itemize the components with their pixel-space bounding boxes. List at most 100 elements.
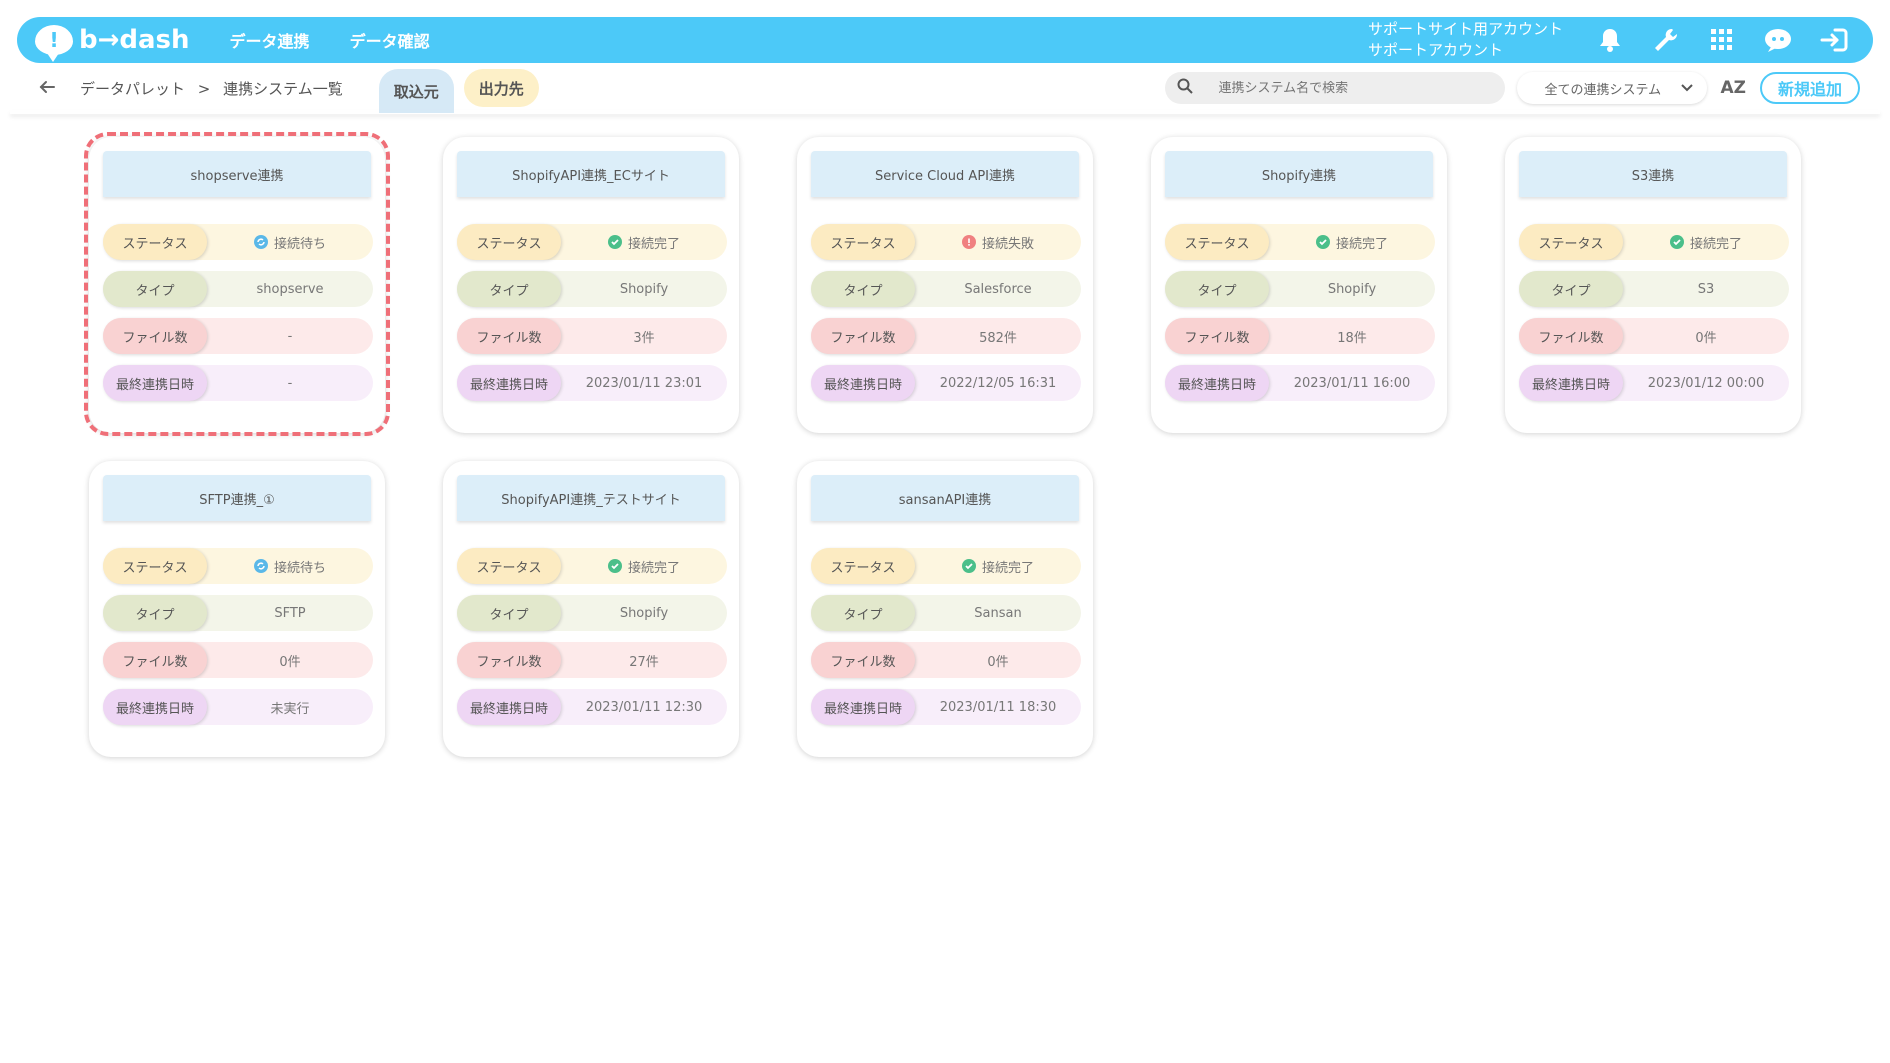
status-label: ステータス (811, 224, 915, 260)
file-count-label: ファイル数 (457, 318, 561, 354)
type-row: タイプ Shopify (1165, 271, 1435, 307)
last-sync-value: 未実行 (270, 701, 310, 717)
check-circle-icon (607, 559, 622, 573)
bdash-logo[interactable]: ! b→dash (35, 25, 190, 62)
check-circle-icon (1669, 235, 1684, 249)
last-sync-label: 最終連携日時 (811, 689, 915, 725)
status-text: 接続完了 (627, 236, 680, 252)
status-label: ステータス (103, 548, 207, 584)
account-site-name: サポートサイト用アカウント (1367, 20, 1563, 38)
last-sync-value: 2023/01/11 12:30 (585, 699, 703, 715)
status-label: ステータス (1519, 224, 1623, 260)
type-row: タイプ Shopify (457, 595, 727, 631)
type-value: Shopify (619, 281, 669, 297)
add-new-button[interactable]: 新規追加 (1760, 72, 1860, 104)
status-row: ステータス 接続完了 (457, 548, 727, 584)
last-sync-row: 最終連携日時 2023/01/12 00:00 (1519, 365, 1789, 401)
tab-import-source[interactable]: 取込元 (378, 69, 454, 113)
type-row: タイプ Salesforce (811, 271, 1081, 307)
sort-az-icon[interactable]: AZ (1721, 78, 1746, 98)
file-count-label: ファイル数 (457, 642, 561, 678)
file-count-label: ファイル数 (103, 642, 207, 678)
card-title: sansanAPI連携 (811, 475, 1079, 521)
type-row: タイプ S3 (1519, 271, 1789, 307)
search-box (1164, 72, 1505, 104)
file-count-value: 0件 (1695, 330, 1717, 346)
account-user-name: サポートアカウント (1367, 41, 1503, 59)
chevron-down-icon (1680, 81, 1693, 96)
search-input[interactable] (1218, 80, 1499, 96)
file-count-row: ファイル数 582件 (811, 318, 1081, 354)
type-value: SFTP (274, 605, 306, 621)
status-text: 接続完了 (981, 560, 1034, 576)
file-count-value: 27件 (629, 654, 659, 670)
file-count-label: ファイル数 (1165, 318, 1269, 354)
grid-icon[interactable] (1705, 23, 1739, 57)
file-count-row: ファイル数 0件 (1519, 318, 1789, 354)
last-sync-value: 2022/12/05 16:31 (939, 375, 1057, 391)
file-count-row: ファイル数 3件 (457, 318, 727, 354)
type-row: タイプ Shopify (457, 271, 727, 307)
last-sync-label: 最終連携日時 (103, 689, 207, 725)
system-card[interactable]: Shopify連携 ステータス 接続完了 タイプ Shopify ファイル数 1… (1151, 137, 1447, 433)
bell-icon[interactable] (1593, 23, 1627, 57)
breadcrumb-data-palette[interactable]: データパレット (80, 80, 185, 98)
system-card[interactable]: S3連携 ステータス 接続完了 タイプ S3 ファイル数 0件 最終連携日時 2… (1505, 137, 1801, 433)
system-filter-dropdown[interactable]: 全ての連携システム (1516, 72, 1707, 104)
file-count-row: ファイル数 27件 (457, 642, 727, 678)
status-text: 接続待ち (273, 560, 326, 576)
system-card[interactable]: SFTP連携_① ステータス 接続待ち タイプ SFTP ファイル数 0件 最終… (89, 461, 385, 757)
top-navigation-bar: ! b→dash データ連携 データ確認 サポートサイト用アカウント サポートア… (17, 17, 1873, 63)
type-row: タイプ Sansan (811, 595, 1081, 631)
last-sync-row: 最終連携日時 2023/01/11 16:00 (1165, 365, 1435, 401)
system-card[interactable]: Service Cloud API連携 ステータス 接続失敗 タイプ Sales… (797, 137, 1093, 433)
status-value: 接続完了 (561, 557, 727, 576)
status-value: 接続失敗 (915, 233, 1081, 252)
wrench-icon[interactable] (1649, 23, 1683, 57)
system-card[interactable]: ShopifyAPI連携_ECサイト ステータス 接続完了 タイプ Shopif… (443, 137, 739, 433)
highlight-dashed-outline (84, 132, 390, 436)
nav-data-integration[interactable]: データ連携 (230, 28, 310, 52)
last-sync-label: 最終連携日時 (457, 365, 561, 401)
last-sync-row: 最終連携日時 2023/01/11 23:01 (457, 365, 727, 401)
last-sync-label: 最終連携日時 (1165, 365, 1269, 401)
check-circle-icon (961, 559, 976, 573)
last-sync-value: 2023/01/11 23:01 (585, 375, 703, 391)
sync-circle-icon (253, 559, 268, 573)
status-label: ステータス (811, 548, 915, 584)
status-row: ステータス 接続失敗 (811, 224, 1081, 260)
type-label: タイプ (457, 271, 561, 307)
system-card[interactable]: sansanAPI連携 ステータス 接続完了 タイプ Sansan ファイル数 … (797, 461, 1093, 757)
type-label: タイプ (811, 595, 915, 631)
back-arrow-icon[interactable] (38, 78, 58, 98)
last-sync-row: 最終連携日時 2023/01/11 12:30 (457, 689, 727, 725)
last-sync-value: 2023/01/12 00:00 (1647, 375, 1765, 391)
logo-text: b→dash (79, 25, 190, 55)
logo-bubble-icon: ! (35, 25, 73, 62)
tab-output-destination[interactable]: 出力先 (463, 69, 539, 107)
file-count-label: ファイル数 (811, 642, 915, 678)
type-label: タイプ (1165, 271, 1269, 307)
check-circle-icon (607, 235, 622, 249)
file-count-label: ファイル数 (1519, 318, 1623, 354)
file-count-value: 0件 (987, 654, 1009, 670)
last-sync-value: 2023/01/11 18:30 (939, 699, 1057, 715)
last-sync-label: 最終連携日時 (457, 689, 561, 725)
last-sync-label: 最終連携日時 (1519, 365, 1623, 401)
system-card[interactable]: ShopifyAPI連携_テストサイト ステータス 接続完了 タイプ Shopi… (443, 461, 739, 757)
file-count-value: 582件 (979, 330, 1017, 346)
support-chat-icon[interactable] (1761, 23, 1795, 57)
status-row: ステータス 接続完了 (1165, 224, 1435, 260)
nav-data-check[interactable]: データ確認 (350, 28, 430, 52)
breadcrumb-current: 連携システム一覧 (223, 79, 343, 98)
type-row: タイプ SFTP (103, 595, 373, 631)
type-value: Sansan (974, 605, 1022, 621)
logout-icon[interactable] (1817, 23, 1851, 57)
status-text: 接続失敗 (981, 236, 1034, 252)
file-count-value: 3件 (633, 330, 655, 346)
type-label: タイプ (457, 595, 561, 631)
type-value: Salesforce (964, 281, 1032, 297)
type-label: タイプ (811, 271, 915, 307)
account-info[interactable]: サポートサイト用アカウント サポートアカウント (1368, 19, 1563, 61)
file-count-label: ファイル数 (811, 318, 915, 354)
